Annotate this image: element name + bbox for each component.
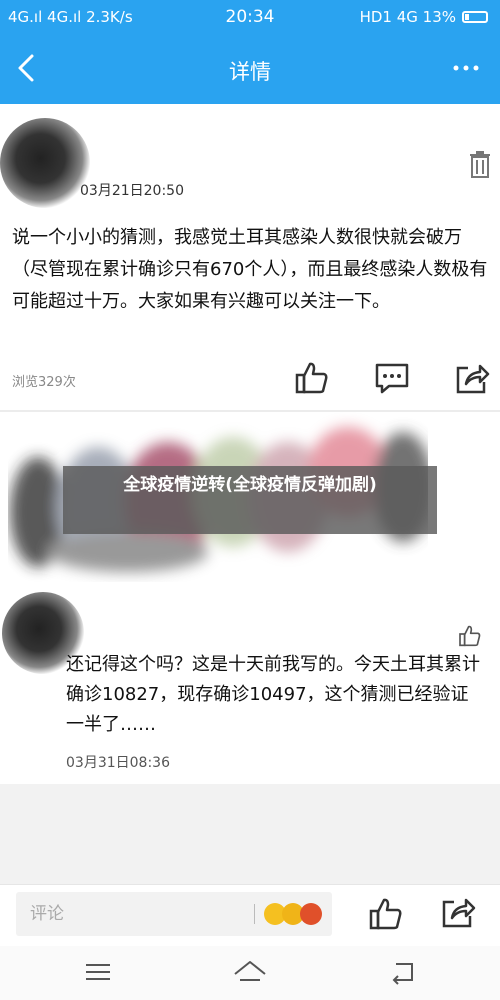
view-count: 浏览329次 xyxy=(12,375,76,390)
status-right: HD1 4G 13% xyxy=(360,8,488,26)
battery-icon xyxy=(462,11,488,23)
post-text: 说一个小小的猜测，我感觉土耳其感染人数很快就会破万（尽管现在累计确诊只有670个… xyxy=(12,227,488,312)
more-dots-icon xyxy=(453,65,479,71)
page-title: 详情 xyxy=(229,60,271,84)
reply-timestamp: 03月31日08:36 xyxy=(66,755,170,771)
like-icon[interactable] xyxy=(368,896,404,932)
like-icon[interactable] xyxy=(458,624,482,648)
navigation-bar: 详情 xyxy=(0,36,500,104)
avatar[interactable] xyxy=(0,118,90,208)
back-icon[interactable] xyxy=(382,952,422,992)
comment-box[interactable] xyxy=(16,892,332,936)
share-icon[interactable] xyxy=(440,894,476,930)
home-icon[interactable] xyxy=(230,952,270,992)
network-status: HD1 4G 13% xyxy=(359,8,456,26)
input-divider xyxy=(254,904,255,924)
like-icon[interactable] xyxy=(294,360,330,396)
emoji-icon[interactable] xyxy=(264,897,326,931)
more-button[interactable] xyxy=(446,46,486,90)
reply-text: 还记得这个吗？这是十天前我写的。今天土耳其累计确诊10827，现存确诊10497… xyxy=(66,654,480,735)
share-icon[interactable] xyxy=(454,360,490,396)
emoji-angry-icon xyxy=(300,903,322,925)
overlay-headline: 全球疫情逆转(全球疫情反弹加剧) xyxy=(63,466,437,534)
comment-icon[interactable] xyxy=(374,360,410,396)
post-timestamp: 03月21日20:50 xyxy=(80,183,184,199)
menu-icon[interactable] xyxy=(78,952,118,992)
status-bar: 4G.ıl 4G.ıl 2.3K/s 20:34 HD1 4G 13% xyxy=(0,0,500,36)
system-navigation xyxy=(0,946,500,1000)
comment-input[interactable] xyxy=(16,892,236,936)
trash-icon[interactable] xyxy=(468,150,492,178)
